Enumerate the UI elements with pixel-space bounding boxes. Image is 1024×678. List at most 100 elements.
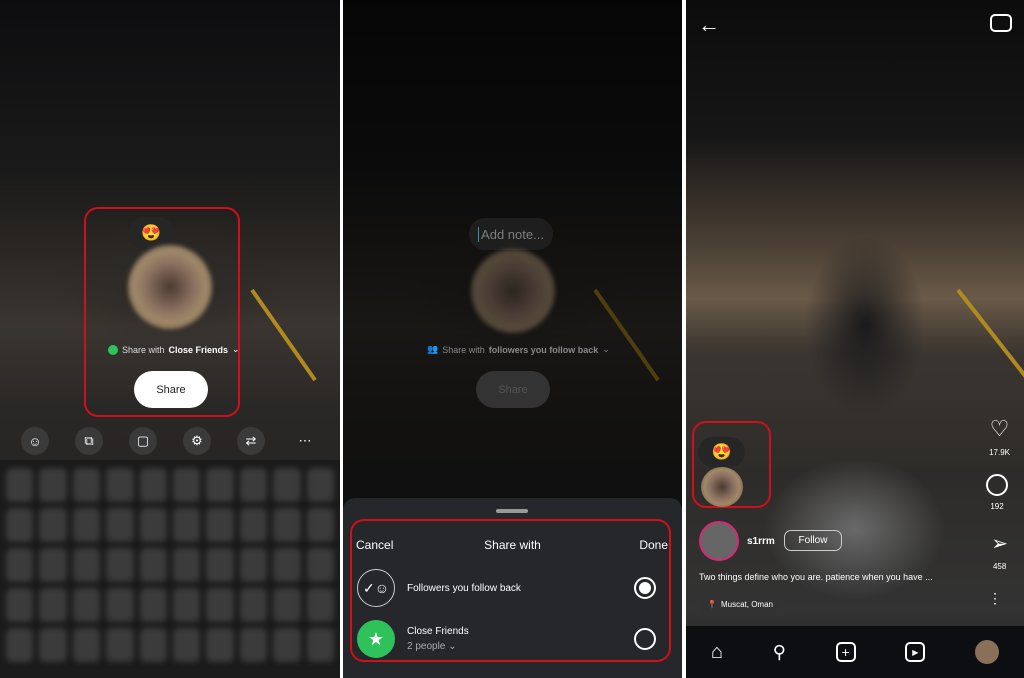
user-check-icon: ✓☺ <box>357 569 395 607</box>
note-input[interactable]: Add note... <box>469 218 553 250</box>
keyboard-key[interactable] <box>106 588 134 622</box>
keyboard-key[interactable] <box>172 548 201 582</box>
keyboard-key[interactable] <box>306 548 334 582</box>
panel-reel: ← 😍 s1rrm Follow Two things define who y… <box>686 0 1024 678</box>
keyboard-key[interactable] <box>139 468 167 502</box>
keyboard-key[interactable] <box>139 508 167 542</box>
keyboard-key[interactable] <box>172 628 201 662</box>
follow-button[interactable]: Follow <box>784 530 842 551</box>
keyboard-key[interactable] <box>306 628 334 662</box>
keyboard-key[interactable] <box>106 628 134 662</box>
more-icon[interactable]: ⋯ <box>291 427 319 455</box>
comment-icon[interactable] <box>986 474 1008 496</box>
gear-icon[interactable]: ⚙ <box>183 427 211 455</box>
author-avatar[interactable] <box>699 521 739 561</box>
chevron-down-icon: ⌄ <box>602 344 610 354</box>
username[interactable]: s1rrm <box>747 536 775 547</box>
search-icon[interactable]: ⚲ <box>773 642 786 663</box>
keyboard-key[interactable] <box>6 548 34 582</box>
keyboard-key[interactable] <box>239 548 268 582</box>
keyboard-key[interactable] <box>72 508 101 542</box>
home-icon[interactable]: ⌂ <box>711 641 723 664</box>
keyboard-key[interactable] <box>39 548 67 582</box>
close-friends-dot-icon <box>108 344 118 355</box>
heart-icon[interactable]: ♡ <box>990 416 1010 442</box>
location-tag[interactable]: 📍 Muscat, Oman <box>699 594 781 614</box>
profile-avatar[interactable] <box>975 640 1000 664</box>
text-translate-icon[interactable]: ⧉ <box>75 427 103 455</box>
comment-count: 192 <box>990 502 1004 511</box>
done-button[interactable]: Done <box>639 538 668 552</box>
keyboard-key[interactable] <box>206 548 234 582</box>
keyboard-key[interactable] <box>273 588 301 622</box>
keyboard-key[interactable] <box>6 468 34 502</box>
keyboard-key[interactable] <box>39 508 67 542</box>
keyboard-key[interactable] <box>206 508 234 542</box>
create-icon[interactable]: + <box>835 642 856 662</box>
keyboard-key[interactable] <box>139 548 167 582</box>
share-with-label: Share with <box>442 344 485 355</box>
keyboard-key[interactable] <box>273 508 301 542</box>
comment-action[interactable]: 192 <box>986 474 1008 511</box>
reels-icon[interactable]: ▶ <box>905 642 926 662</box>
keyboard-key[interactable] <box>172 588 201 622</box>
keyboard-key[interactable] <box>239 588 268 622</box>
keyboard-key[interactable] <box>39 628 67 662</box>
keyboard-key[interactable] <box>6 508 34 542</box>
keyboard[interactable] <box>0 460 340 678</box>
note-avatar[interactable] <box>701 467 743 507</box>
audience-selector[interactable]: Share with Close Friends ⌄ <box>108 344 240 355</box>
keyboard-key[interactable] <box>206 588 234 622</box>
keyboard-key[interactable] <box>172 468 201 502</box>
share-button[interactable]: Share <box>476 371 550 408</box>
like-count: 17.9K <box>989 448 1010 457</box>
translate-icon[interactable]: ⇄ <box>237 427 265 455</box>
note-emoji: 😍 <box>711 444 732 461</box>
caption[interactable]: Two things define who you are. patience … <box>699 572 933 582</box>
people-count[interactable]: 2 people ⌄ <box>407 641 469 652</box>
keyboard-key[interactable] <box>206 628 234 662</box>
like-action[interactable]: ♡ 17.9K <box>989 416 1010 457</box>
keyboard-key[interactable] <box>306 508 334 542</box>
option-followers[interactable]: ✓☺ Followers you follow back <box>357 569 656 607</box>
keyboard-key[interactable] <box>39 468 67 502</box>
camera-icon[interactable] <box>990 14 1012 32</box>
keyboard-key[interactable] <box>206 468 234 502</box>
radio-selected[interactable] <box>634 577 656 599</box>
keyboard-key[interactable] <box>106 548 134 582</box>
keyboard-key[interactable] <box>139 628 167 662</box>
keyboard-key[interactable] <box>273 548 301 582</box>
keyboard-key[interactable] <box>6 628 34 662</box>
emoji-icon[interactable]: ☺ <box>21 427 49 455</box>
keyboard-key[interactable] <box>106 468 134 502</box>
radio-unselected[interactable] <box>634 628 656 650</box>
keyboard-key[interactable] <box>39 588 67 622</box>
keyboard-key[interactable] <box>72 628 101 662</box>
keyboard-key[interactable] <box>273 628 301 662</box>
back-arrow-icon[interactable]: ← <box>698 12 720 38</box>
more-options-icon[interactable]: ⋮ <box>988 590 1002 607</box>
keyboard-key[interactable] <box>239 508 268 542</box>
note-placeholder: Add note... <box>478 226 544 242</box>
keyboard-key[interactable] <box>106 508 134 542</box>
note-bubble[interactable]: 😍 <box>698 437 745 467</box>
keyboard-key[interactable] <box>172 508 201 542</box>
clipboard-icon[interactable]: ▢ <box>129 427 157 455</box>
keyboard-key[interactable] <box>72 468 101 502</box>
share-action[interactable]: ➢ 458 <box>991 531 1008 571</box>
keyboard-key[interactable] <box>239 468 268 502</box>
keyboard-key[interactable] <box>306 588 334 622</box>
keyboard-key[interactable] <box>6 588 34 622</box>
send-icon[interactable]: ➢ <box>991 531 1008 556</box>
keyboard-key[interactable] <box>306 468 334 502</box>
keyboard-key[interactable] <box>139 588 167 622</box>
option-close-friends[interactable]: ★ Close Friends 2 people ⌄ <box>357 620 656 658</box>
drag-handle[interactable] <box>496 509 528 513</box>
audience-selector[interactable]: 👥 Share with followers you follow back ⌄ <box>427 344 610 355</box>
star-icon: ★ <box>357 620 395 658</box>
share-button[interactable]: Share <box>134 371 208 408</box>
keyboard-key[interactable] <box>239 628 268 662</box>
keyboard-key[interactable] <box>72 548 101 582</box>
keyboard-key[interactable] <box>72 588 101 622</box>
keyboard-key[interactable] <box>273 468 301 502</box>
